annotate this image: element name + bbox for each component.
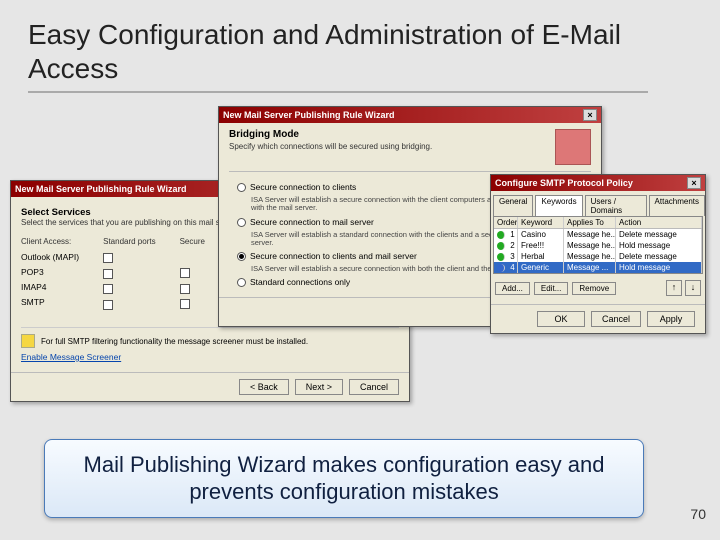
opt2-label: Secure connection to mail server [250, 217, 374, 227]
titlebar-smtp[interactable]: Configure SMTP Protocol Policy × [491, 175, 705, 191]
link-message-screener[interactable]: Enable Message Screener [21, 352, 399, 362]
tab-attachments[interactable]: Attachments [649, 195, 705, 216]
table-row[interactable]: 4GenericMessage ...Hold message [494, 262, 702, 273]
col-secure: Secure [180, 237, 205, 246]
move-up-icon[interactable]: ↑ [666, 280, 682, 296]
checkbox-smtp-std[interactable] [103, 300, 113, 310]
section-subtitle: Specify which connections will be secure… [229, 142, 432, 151]
checkbox-pop3-std[interactable] [103, 269, 113, 279]
checkbox-imap4-std[interactable] [103, 284, 113, 294]
move-down-icon[interactable]: ↓ [685, 280, 701, 296]
warning-icon [21, 334, 35, 348]
edit-button[interactable]: Edit... [534, 282, 568, 295]
col-applies: Applies To [564, 217, 616, 228]
mail-server-icon [555, 129, 591, 165]
note-text: For full SMTP filtering functionality th… [41, 337, 308, 346]
opt3-label: Secure connection to clients and mail se… [250, 251, 417, 261]
next-button[interactable]: Next > [295, 379, 343, 395]
back-button[interactable]: < Back [239, 379, 289, 395]
section-heading: Bridging Mode [229, 129, 432, 140]
col-standard-ports: Standard ports [103, 237, 155, 246]
tab-users-domains[interactable]: Users / Domains [585, 195, 647, 216]
svc-pop3-label: POP3 [21, 267, 79, 277]
svc-outlook-label: Outlook (MAPI) [21, 252, 79, 262]
radio-secure-clients[interactable] [237, 183, 246, 192]
slide-title: Easy Configuration and Administration of… [0, 0, 720, 91]
ok-button[interactable]: OK [537, 311, 585, 327]
titlebar-text: New Mail Server Publishing Rule Wizard [15, 184, 186, 194]
col-client-access: Client Access: [21, 237, 79, 246]
svc-imap4-label: IMAP4 [21, 282, 79, 292]
apply-button[interactable]: Apply [647, 311, 695, 327]
radio-standard-only[interactable] [237, 278, 246, 287]
col-order: Order [494, 217, 518, 228]
keyword-listbox[interactable]: Order Keyword Applies To Action 1CasinoM… [493, 216, 703, 274]
add-button[interactable]: Add... [495, 282, 530, 295]
radio-secure-mailserver[interactable] [237, 218, 246, 227]
checkbox-outlook-std[interactable] [103, 253, 113, 263]
tab-general[interactable]: General [493, 195, 533, 216]
checkbox-imap4-sec[interactable] [180, 284, 190, 294]
svc-smtp-label: SMTP [21, 297, 79, 307]
close-icon[interactable]: × [583, 109, 597, 121]
tab-keywords[interactable]: Keywords [535, 195, 582, 216]
titlebar-bridging[interactable]: New Mail Server Publishing Rule Wizard × [219, 107, 601, 123]
dialog-smtp-policy: Configure SMTP Protocol Policy × General… [490, 174, 706, 334]
col-keyword: Keyword [518, 217, 564, 228]
radio-secure-both[interactable] [237, 252, 246, 261]
status-dot-icon [497, 231, 505, 239]
checkbox-pop3-sec[interactable] [180, 268, 190, 278]
table-row[interactable]: 3HerbalMessage he...Delete message [494, 251, 702, 262]
titlebar-text: Configure SMTP Protocol Policy [495, 178, 633, 188]
close-icon[interactable]: × [687, 177, 701, 189]
status-dot-icon [497, 242, 505, 250]
cancel-button[interactable]: Cancel [591, 311, 641, 327]
col-action: Action [616, 217, 702, 228]
titlebar-text: New Mail Server Publishing Rule Wizard [223, 110, 394, 120]
status-dot-icon [497, 264, 505, 272]
opt4-label: Standard connections only [250, 277, 350, 287]
table-row[interactable]: 2Free!!!Message he...Hold message [494, 240, 702, 251]
title-underline [28, 91, 648, 93]
table-row[interactable]: 1CasinoMessage he...Delete message [494, 229, 702, 240]
page-number: 70 [690, 506, 706, 522]
cancel-button[interactable]: Cancel [349, 379, 399, 395]
callout-text: Mail Publishing Wizard makes configurati… [63, 452, 625, 505]
callout-banner: Mail Publishing Wizard makes configurati… [44, 439, 644, 518]
status-dot-icon [497, 253, 505, 261]
remove-button[interactable]: Remove [572, 282, 616, 295]
opt1-label: Secure connection to clients [250, 182, 356, 192]
checkbox-smtp-sec[interactable] [180, 299, 190, 309]
